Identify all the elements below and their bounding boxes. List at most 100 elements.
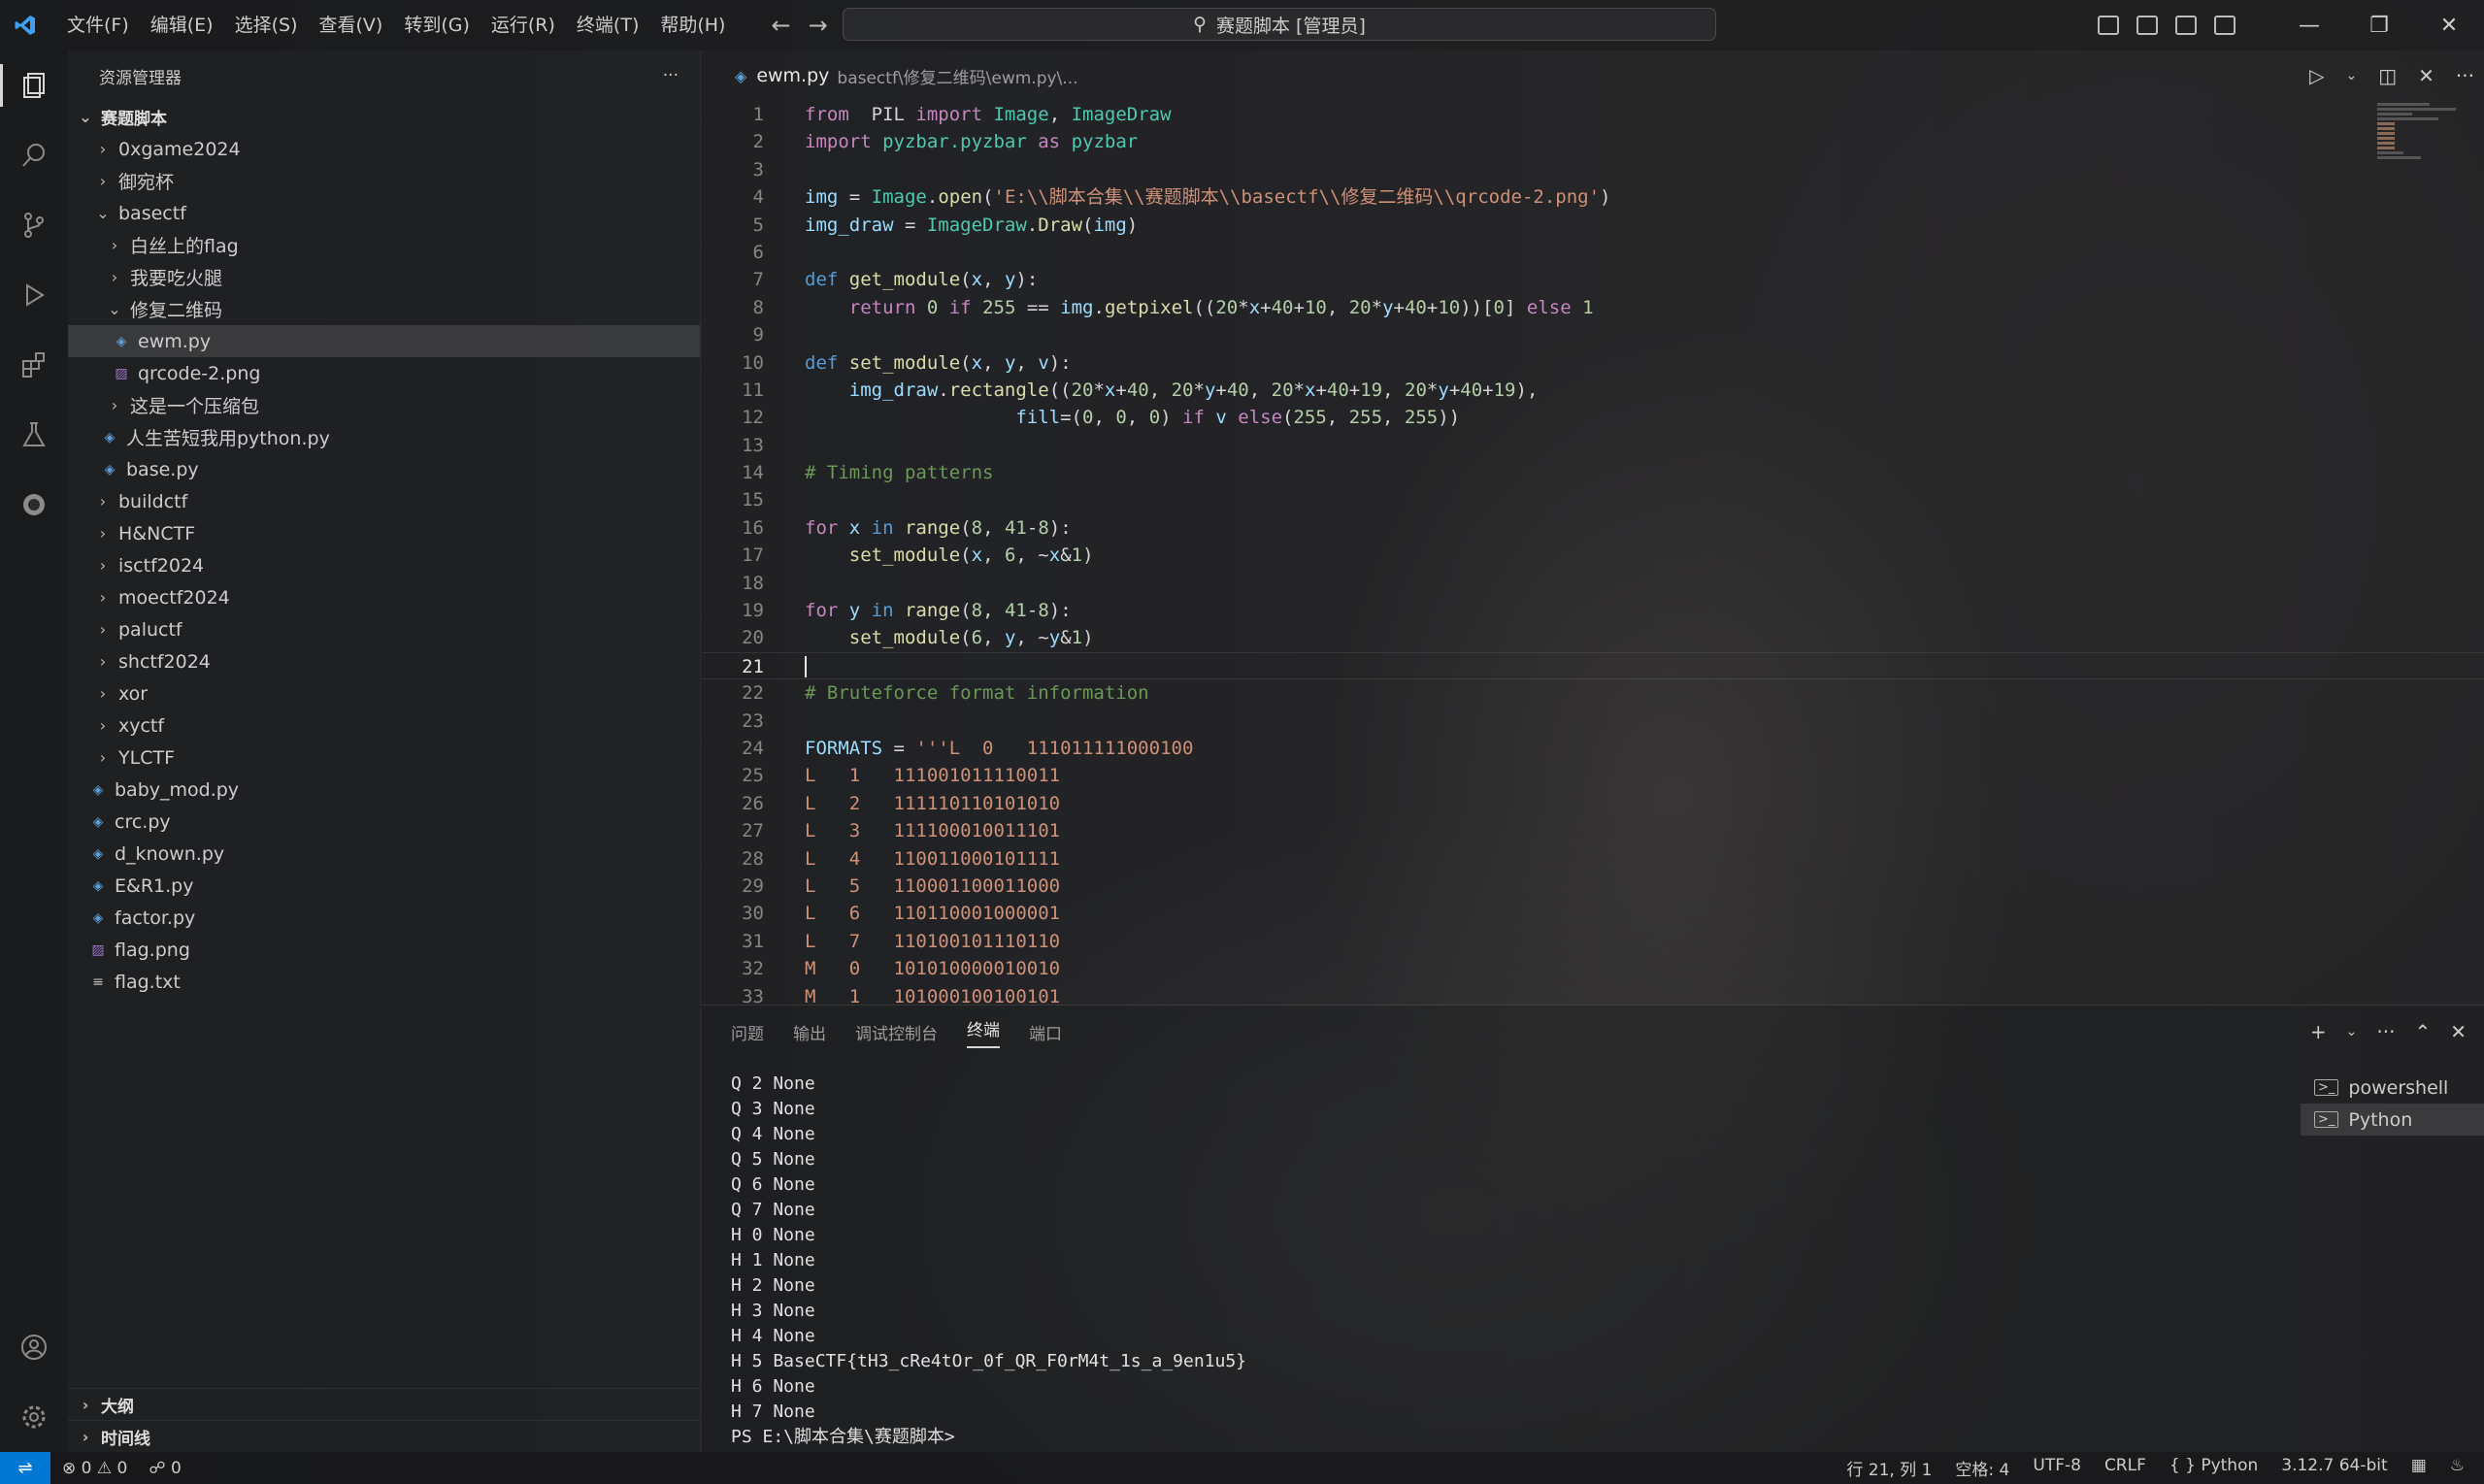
language-mode[interactable]: { } Python: [2169, 1456, 2258, 1480]
panel-tab[interactable]: 输出: [793, 1020, 826, 1044]
folder-item[interactable]: › YLCTF: [68, 742, 700, 774]
menu-item[interactable]: 选择(S): [224, 0, 309, 50]
terminal-output[interactable]: Q 2 None Q 3 None Q 4 None Q 5 None Q 6 None…: [731, 1072, 1246, 1450]
problems-status[interactable]: ⊗ 0 ⚠ 0: [62, 1459, 127, 1478]
code-line[interactable]: 17 set_module(x, 6, ~x&1): [702, 542, 2484, 569]
file-item[interactable]: ◈ E&R1.py: [68, 870, 700, 902]
notifications-bell-icon[interactable]: ♨: [2450, 1456, 2465, 1480]
folder-item[interactable]: › xyctf: [68, 709, 700, 742]
menu-item[interactable]: 查看(V): [309, 0, 394, 50]
search-view-icon[interactable]: [0, 120, 68, 190]
code-line[interactable]: 9: [702, 321, 2484, 348]
code-line[interactable]: 28 L 4 110011000101111: [702, 845, 2484, 873]
code-line[interactable]: 8 return 0 if 255 == img.getpixel((20*x+…: [702, 294, 2484, 321]
extensions-icon[interactable]: [0, 330, 68, 400]
settings-gear-icon[interactable]: [0, 1382, 68, 1452]
code-line[interactable]: 4 img = Image.open('E:\\脚本合集\\赛题脚本\\basec…: [702, 183, 2484, 211]
panel-tab[interactable]: 端口: [1029, 1020, 1062, 1044]
cursor-position[interactable]: 行 21, 列 1: [1846, 1456, 1932, 1480]
folder-item[interactable]: ⌄ 修复二维码: [68, 293, 700, 325]
workspace-root[interactable]: ⌄ 赛题脚本: [68, 101, 700, 133]
chevron-down-icon[interactable]: ⌄: [2346, 1024, 2358, 1039]
timeline-section[interactable]: › 时间线: [68, 1420, 700, 1452]
folder-item[interactable]: › isctf2024: [68, 549, 700, 581]
code-line[interactable]: 22 # Bruteforce format information: [702, 679, 2484, 707]
code-line[interactable]: 7 def get_module(x, y):: [702, 266, 2484, 293]
folder-item[interactable]: ⌄ basectf: [68, 197, 700, 229]
toggle-panel-icon[interactable]: [2136, 16, 2158, 35]
line-ending[interactable]: CRLF: [2104, 1456, 2146, 1480]
folder-item[interactable]: › 御宛杯: [68, 165, 700, 197]
menu-item[interactable]: 运行(R): [480, 0, 566, 50]
folder-item[interactable]: › moectf2024: [68, 581, 700, 613]
menu-item[interactable]: 终端(T): [566, 0, 649, 50]
back-arrow-icon[interactable]: ←: [771, 12, 790, 39]
code-line[interactable]: 26 L 2 111110110101010: [702, 790, 2484, 817]
menu-item[interactable]: 编辑(E): [140, 0, 224, 50]
toggle-secondary-sidebar-icon[interactable]: [2175, 16, 2197, 35]
close-window-button[interactable]: ✕: [2414, 0, 2484, 50]
code-line[interactable]: 21: [702, 651, 2484, 680]
accounts-icon[interactable]: [0, 1312, 68, 1382]
code-line[interactable]: 27 L 3 111100010011101: [702, 817, 2484, 844]
run-debug-icon[interactable]: [0, 260, 68, 330]
code-line[interactable]: 30 L 6 110110001000001: [702, 900, 2484, 927]
forward-arrow-icon[interactable]: →: [809, 12, 828, 39]
folder-item[interactable]: › 我要吃火腿: [68, 261, 700, 293]
customize-layout-icon[interactable]: [2214, 16, 2236, 35]
code-line[interactable]: 11 img_draw.rectangle((20*x+40, 20*y+40,…: [702, 377, 2484, 404]
code-line[interactable]: 16 for x in range(8, 41-8):: [702, 514, 2484, 542]
file-item[interactable]: ◈ ewm.py: [68, 325, 700, 357]
code-line[interactable]: 29 L 5 110001100011000: [702, 873, 2484, 900]
python-interpreter[interactable]: 3.12.7 64-bit: [2281, 1456, 2387, 1480]
code-line[interactable]: 6: [702, 239, 2484, 266]
code-line[interactable]: 15: [702, 486, 2484, 513]
menu-item[interactable]: 文件(F): [56, 0, 140, 50]
chevron-down-icon[interactable]: ⌄: [2346, 68, 2358, 83]
code-line[interactable]: 25 L 1 111001011110011: [702, 762, 2484, 789]
folder-item[interactable]: › xor: [68, 677, 700, 709]
code-line[interactable]: 13: [702, 432, 2484, 459]
folder-item[interactable]: › 这是一个压缩包: [68, 389, 700, 421]
folder-item[interactable]: › shctf2024: [68, 645, 700, 677]
code-line[interactable]: 5 img_draw = ImageDraw.Draw(img): [702, 212, 2484, 239]
encoding[interactable]: UTF-8: [2033, 1456, 2081, 1480]
file-item[interactable]: ◈ d_known.py: [68, 838, 700, 870]
source-control-icon[interactable]: [0, 190, 68, 260]
folder-item[interactable]: › 白丝上的flag: [68, 229, 700, 261]
folder-item[interactable]: › paluctf: [68, 613, 700, 645]
more-actions-icon[interactable]: ···: [2376, 1020, 2395, 1043]
more-actions-icon[interactable]: ···: [2456, 64, 2474, 87]
code-line[interactable]: 32 M 0 101010000010010: [702, 955, 2484, 982]
minimap[interactable]: [2377, 101, 2465, 295]
menu-item[interactable]: 转到(G): [393, 0, 480, 50]
close-panel-icon[interactable]: ✕: [2450, 1020, 2467, 1043]
code-line[interactable]: 2 import pyzbar.pyzbar as pyzbar: [702, 128, 2484, 155]
ports-status[interactable]: ☍ 0: [149, 1459, 181, 1478]
run-file-icon[interactable]: ▷: [2309, 64, 2324, 87]
code-line[interactable]: 20 set_module(6, y, ~y&1): [702, 624, 2484, 651]
folder-item[interactable]: › H&NCTF: [68, 517, 700, 549]
file-item[interactable]: ▨ qrcode-2.png: [68, 357, 700, 389]
menu-item[interactable]: 帮助(H): [649, 0, 736, 50]
code-line[interactable]: 18: [702, 570, 2484, 597]
code-line[interactable]: 31 L 7 110100101110110: [702, 928, 2484, 955]
code-line[interactable]: 33 M 1 101000100100101: [702, 983, 2484, 1005]
editor-tab[interactable]: ◈ ewm.py basectf\修复二维码\ewm.py\... ▷ ⌄ ◫ …: [702, 50, 2484, 101]
code-line[interactable]: 10 def set_module(x, y, v):: [702, 349, 2484, 377]
file-item[interactable]: ◈ baby_mod.py: [68, 774, 700, 806]
code-editor[interactable]: 1 from PIL import Image, ImageDraw 2 import…: [702, 101, 2484, 1004]
panel-tab[interactable]: 问题: [731, 1020, 764, 1044]
toggle-sidebar-icon[interactable]: [2098, 16, 2119, 35]
testing-flask-icon[interactable]: [0, 400, 68, 470]
code-line[interactable]: 1 from PIL import Image, ImageDraw: [702, 101, 2484, 128]
panel-tab[interactable]: 终端: [967, 1016, 1000, 1048]
file-item[interactable]: ◈ factor.py: [68, 902, 700, 934]
code-line[interactable]: 12 fill=(0, 0, 0) if v else(255, 255, 25…: [702, 404, 2484, 431]
terminal-instance[interactable]: >_ powershell: [2301, 1072, 2484, 1104]
file-item[interactable]: ▨ flag.png: [68, 934, 700, 966]
more-actions-icon[interactable]: ···: [663, 66, 679, 85]
outline-section[interactable]: › 大纲: [68, 1388, 700, 1420]
restore-button[interactable]: ❐: [2344, 0, 2414, 50]
panel-tab[interactable]: 调试控制台: [855, 1020, 938, 1044]
